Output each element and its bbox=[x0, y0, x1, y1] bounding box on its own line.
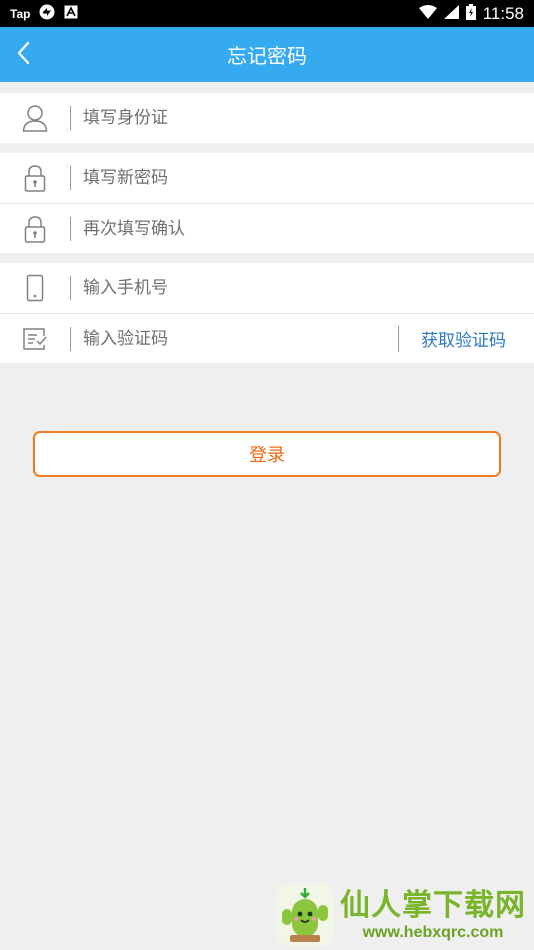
wifi-icon bbox=[418, 4, 437, 23]
battery-icon bbox=[465, 3, 476, 24]
page-title: 忘记密码 bbox=[227, 44, 307, 68]
verification-code-icon bbox=[0, 327, 70, 351]
app-notification-icon bbox=[64, 4, 78, 23]
id-card-input[interactable] bbox=[71, 93, 534, 143]
confirm-password-input[interactable] bbox=[71, 204, 534, 253]
watermark: 仙人掌下载网 www.hebxqrc.com bbox=[276, 884, 526, 946]
code-input[interactable] bbox=[71, 314, 398, 363]
id-card-row bbox=[0, 93, 534, 143]
signal-icon bbox=[443, 4, 459, 23]
code-divider bbox=[398, 325, 399, 352]
cactus-logo-icon bbox=[276, 884, 334, 946]
phone-icon bbox=[0, 274, 70, 302]
carrier-label: Tap bbox=[10, 6, 31, 21]
get-code-button[interactable]: 获取验证码 bbox=[421, 326, 506, 351]
login-button-wrap: 登录 bbox=[0, 431, 534, 477]
back-button[interactable] bbox=[16, 27, 56, 82]
new-password-input[interactable] bbox=[71, 153, 534, 203]
confirm-password-row bbox=[0, 203, 534, 253]
new-password-row bbox=[0, 153, 534, 203]
clock: 11:58 bbox=[482, 3, 524, 23]
phone-input[interactable] bbox=[71, 263, 534, 313]
user-icon bbox=[0, 104, 70, 132]
watermark-title: 仙人掌下载网 bbox=[340, 888, 526, 923]
watermark-url: www.hebxqrc.com bbox=[362, 924, 504, 941]
password-group bbox=[0, 153, 534, 253]
code-row: 获取验证码 bbox=[0, 313, 534, 363]
lock-icon bbox=[0, 164, 70, 192]
phone-row bbox=[0, 263, 534, 313]
phone-group: 获取验证码 bbox=[0, 263, 534, 363]
status-bar: Tap 11:58 bbox=[0, 0, 534, 27]
chevron-left-icon bbox=[16, 41, 30, 69]
login-button[interactable]: 登录 bbox=[33, 431, 501, 477]
lock-icon bbox=[0, 215, 70, 243]
sync-icon bbox=[39, 4, 55, 24]
nav-bar: 忘记密码 bbox=[0, 27, 534, 82]
id-card-group bbox=[0, 93, 534, 143]
